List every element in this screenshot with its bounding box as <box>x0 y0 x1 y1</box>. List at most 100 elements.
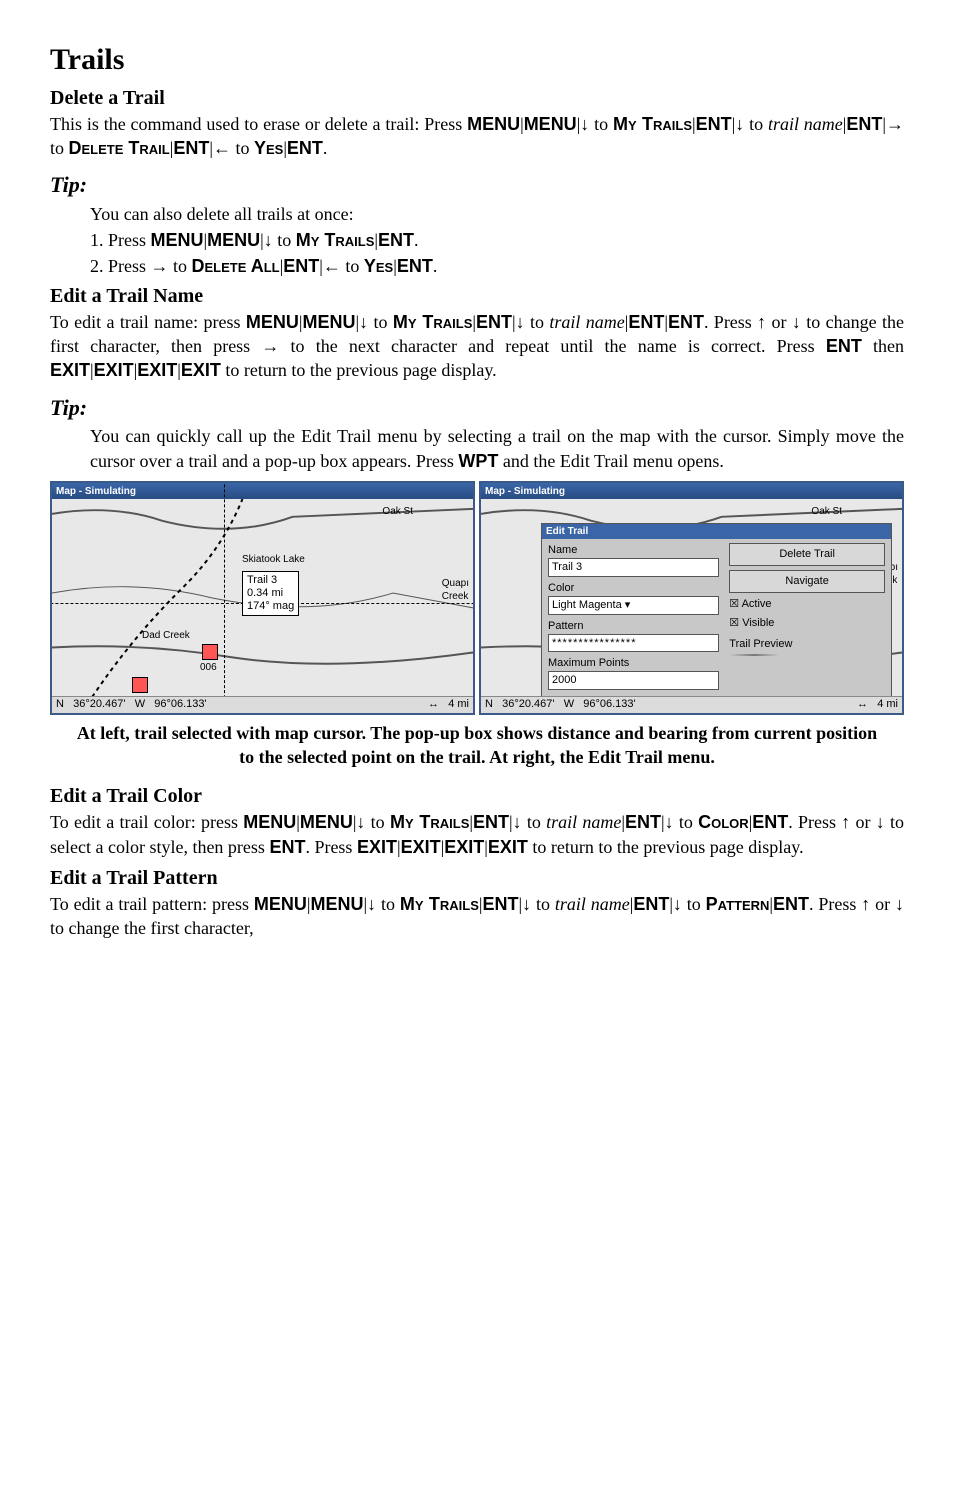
text: and the Edit Trail menu opens. <box>503 451 724 471</box>
key-menu: MENU <box>467 114 520 134</box>
field-name[interactable]: Trail 3 <box>548 558 719 577</box>
trail-preview: Trail Preview <box>729 637 885 656</box>
status-coords: N 36°20.467' W 96°06.133' <box>485 697 636 712</box>
text: then <box>862 336 904 356</box>
key-wpt: WPT <box>458 451 498 471</box>
status-lon: 96°06.133' <box>154 698 206 710</box>
trail-name-var: trail name <box>549 312 624 332</box>
tip1-step2: 2. Press → to Delete All|ENT|← to Yes|EN… <box>90 254 904 278</box>
checkbox-active[interactable]: ☒ Active <box>729 597 885 612</box>
delete-trail-button[interactable]: Delete Trail <box>729 543 885 566</box>
arrow-icon: ↔ <box>857 698 868 710</box>
checkbox-visible[interactable]: ☒ Visible <box>729 616 885 631</box>
window-titlebar: Map - Simulating <box>52 483 473 501</box>
key-mytrails: My Trails <box>390 812 469 832</box>
status-distance: 4 mi <box>448 698 469 710</box>
key-exit: EXIT <box>401 837 441 857</box>
status-lat: 36°20.467' <box>502 698 554 710</box>
key-exit: EXIT <box>444 837 484 857</box>
key-ent: ENT <box>773 894 809 914</box>
waypoint-icon <box>132 677 148 693</box>
label-name: Name <box>548 543 719 558</box>
status-distance: 4 mi <box>877 698 898 710</box>
tip1-step1: 1. Press MENU|MENU|↓ to My Trails|ENT. <box>90 228 904 252</box>
popup-trailname: Trail 3 <box>247 574 294 587</box>
waypoint-label: 006 <box>200 661 217 675</box>
navigate-button[interactable]: Navigate <box>729 570 885 593</box>
heading-tip: Tip: <box>50 393 904 423</box>
key-exit: EXIT <box>357 837 397 857</box>
text: This is the command used to erase or del… <box>50 114 467 134</box>
edit-trail-panel: Edit Trail Name Trail 3 Color Light Mage… <box>541 523 892 701</box>
key-ent: ENT <box>378 230 414 250</box>
figure-caption: At left, trail selected with map cursor.… <box>70 721 884 770</box>
key-ent: ENT <box>397 256 433 276</box>
trail-name-var: trail name <box>768 114 843 134</box>
status-coords: N 36°20.467' W 96°06.133' <box>56 697 207 712</box>
checkbox-visible-label: Visible <box>742 617 774 629</box>
status-lon: 96°06.133' <box>583 698 635 710</box>
map-label-quapaw: Quapı Creek <box>442 577 469 604</box>
key-ent: ENT <box>628 312 664 332</box>
heading-delete-trail: Delete a Trail <box>50 85 904 112</box>
heading-edit-color: Edit a Trail Color <box>50 783 904 810</box>
map-label-dadcreek: Dad Creek <box>142 629 190 643</box>
text: 1. Press <box>90 230 151 250</box>
map-label-oak: Oak St <box>811 505 842 519</box>
key-exit: EXIT <box>488 837 528 857</box>
trail-popup: Trail 3 0.34 mi 174° mag <box>242 571 299 617</box>
key-mytrails: My Trails <box>393 312 473 332</box>
status-n: N <box>56 698 64 710</box>
page-title: Trails <box>50 40 904 81</box>
map-area: Oak St Skiatook Lake Quapı Creek Dad Cre… <box>52 499 473 697</box>
key-menu: MENU <box>254 894 307 914</box>
label-maxpoints: Maximum Points <box>548 656 719 671</box>
status-lat: 36°20.467' <box>73 698 125 710</box>
key-ent: ENT <box>633 894 669 914</box>
key-menu: MENU <box>311 894 364 914</box>
key-menu: MENU <box>246 312 299 332</box>
key-exit: EXIT <box>94 360 134 380</box>
field-maxpoints[interactable]: 2000 <box>548 671 719 690</box>
heading-edit-name: Edit a Trail Name <box>50 283 904 310</box>
key-ent: ENT <box>269 837 305 857</box>
window-titlebar: Map - Simulating <box>481 483 902 501</box>
key-menu: MENU <box>524 114 577 134</box>
key-ent: ENT <box>283 256 319 276</box>
label-pattern: Pattern <box>548 619 719 634</box>
key-menu: MENU <box>300 812 353 832</box>
status-w: W <box>564 698 574 710</box>
screenshot-map-cursor: Map - Simulating Oak St Skiatook Lake Qu… <box>50 481 475 715</box>
field-pattern[interactable]: **************** <box>548 634 719 653</box>
checkbox-active-label: Active <box>742 598 772 610</box>
para-edit-color: To edit a trail color: press MENU|MENU|↓… <box>50 810 904 859</box>
key-menu: MENU <box>151 230 204 250</box>
statusbar: N 36°20.467' W 96°06.133' ↔ 4 mi <box>481 696 902 713</box>
key-exit: EXIT <box>137 360 177 380</box>
popup-distance: 0.34 mi <box>247 587 294 600</box>
trail-name-var: trail name <box>546 812 621 832</box>
key-yes: Yes <box>254 138 283 158</box>
key-delete-all: Delete All <box>192 256 280 276</box>
text: 2. Press → to <box>90 256 192 276</box>
key-ent: ENT <box>846 114 882 134</box>
text: To edit a trail color: press <box>50 812 243 832</box>
map-area: Oak St Quapı Creek 005 Edit Trail Name T… <box>481 499 902 697</box>
key-ent: ENT <box>473 812 509 832</box>
screenshots-row: Map - Simulating Oak St Skiatook Lake Qu… <box>50 481 904 715</box>
key-color: Color <box>698 812 749 832</box>
key-menu: MENU <box>207 230 260 250</box>
key-ent: ENT <box>752 812 788 832</box>
key-ent: ENT <box>482 894 518 914</box>
key-mytrails: My Trails <box>400 894 479 914</box>
field-color-value: Light Magenta <box>552 599 622 611</box>
panel-title: Edit Trail <box>542 524 891 540</box>
trail-name-var: trail name <box>555 894 630 914</box>
statusbar: N 36°20.467' W 96°06.133' ↔ 4 mi <box>52 696 473 713</box>
key-menu: MENU <box>303 312 356 332</box>
field-color[interactable]: Light Magenta ▾ <box>548 596 719 615</box>
cursor-crosshair <box>220 599 230 609</box>
key-pattern: Pattern <box>706 894 770 914</box>
status-n: N <box>485 698 493 710</box>
status-scale: ↔ 4 mi <box>857 697 898 712</box>
